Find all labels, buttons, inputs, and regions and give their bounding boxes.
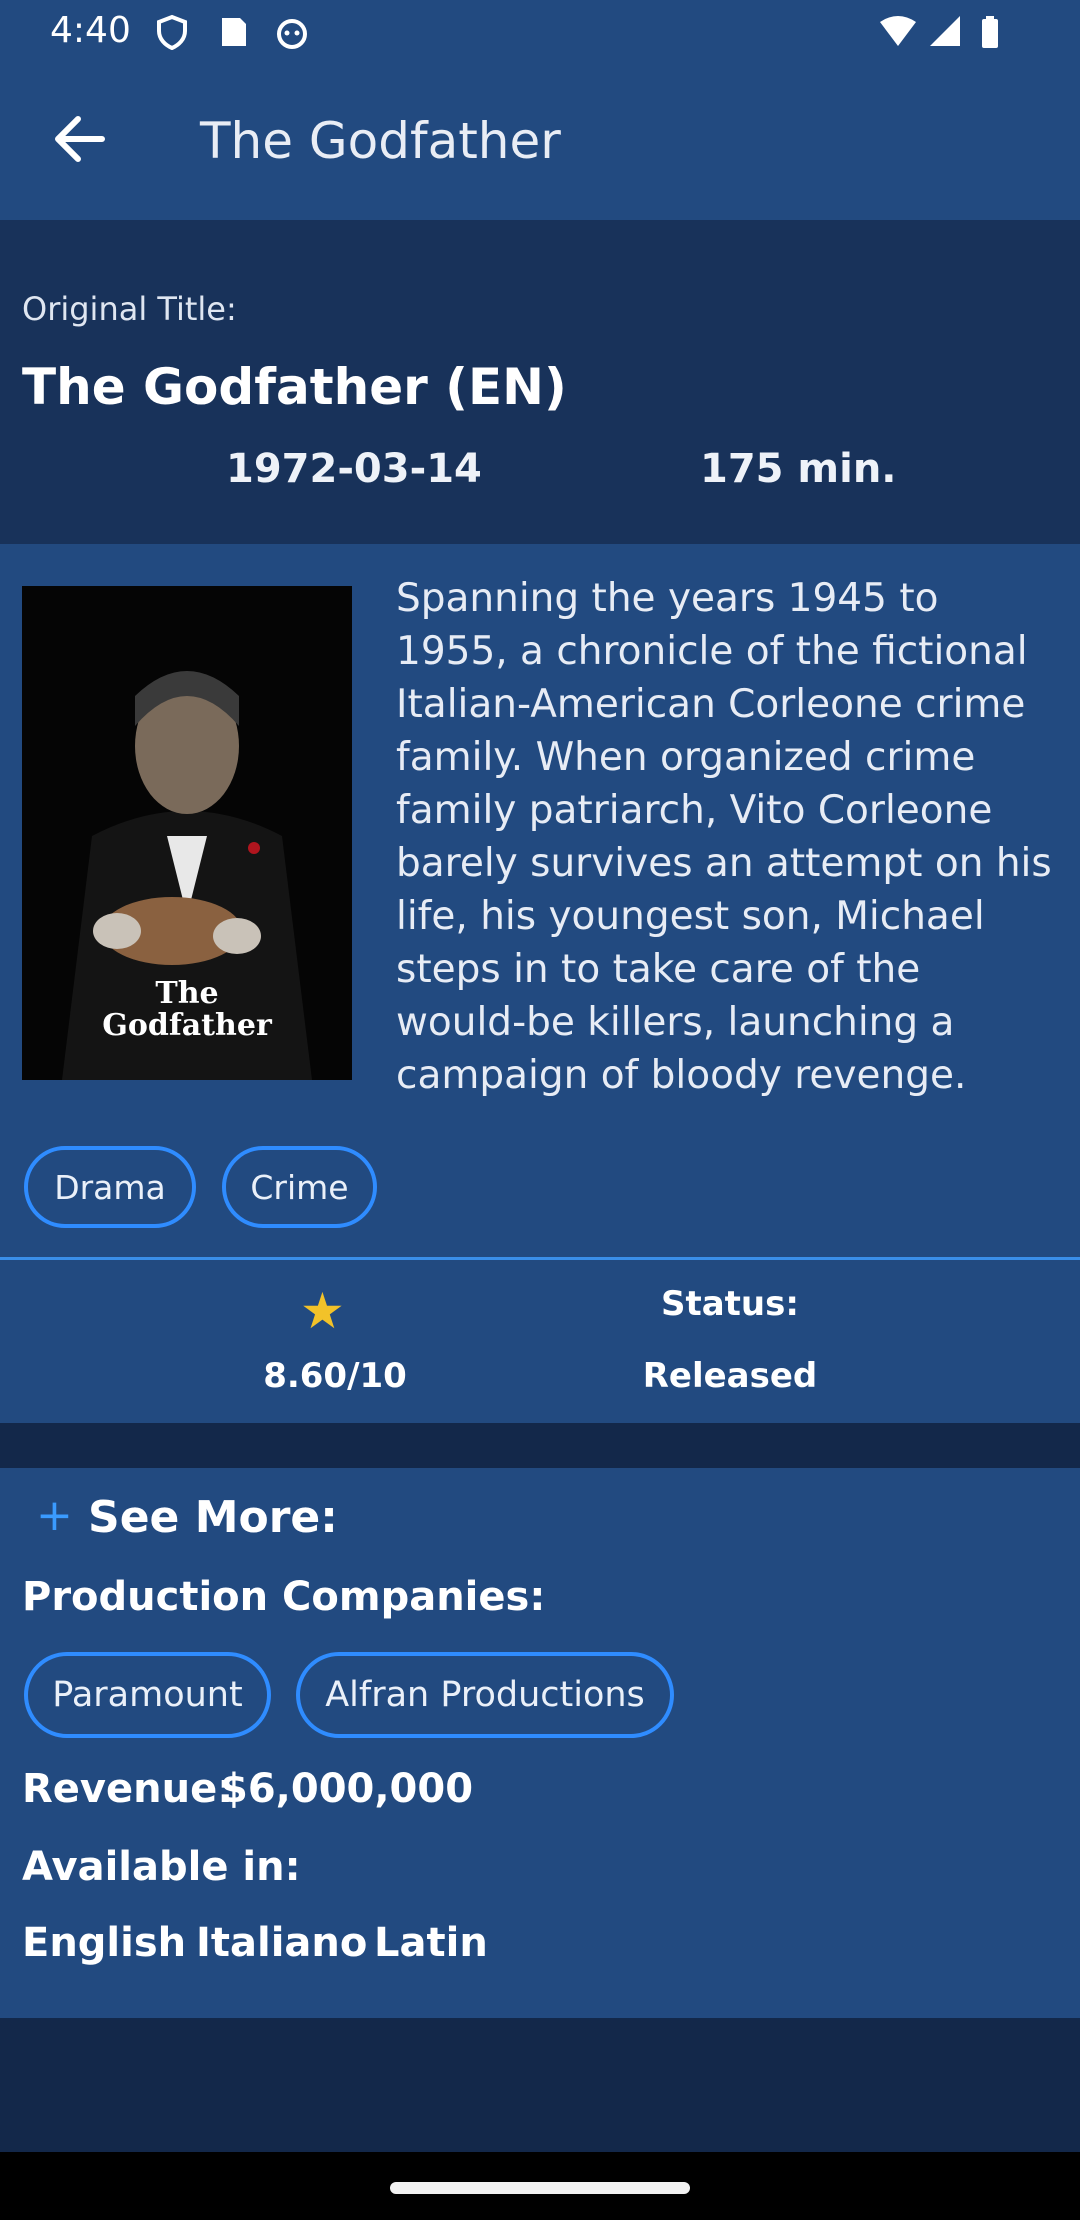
wifi-icon	[880, 16, 916, 46]
movie-poster: The Godfather	[22, 586, 352, 1080]
status-time: 4:40	[50, 10, 131, 51]
overview-section: The Godfather Spanning the years 1945 to…	[0, 544, 1080, 1257]
cat-icon	[277, 19, 307, 49]
runtime: 175 min.	[700, 446, 897, 492]
back-arrow-icon[interactable]	[44, 104, 114, 174]
see-more-section: + See More: Production Companies: Paramo…	[0, 1468, 1080, 2018]
available-in-label: Available in:	[22, 1844, 301, 1890]
status-label: Status:	[661, 1284, 799, 1324]
poster-title: The Godfather	[102, 976, 272, 1043]
page-title: The Godfather	[200, 112, 561, 170]
original-title: The Godfather (EN)	[22, 358, 567, 416]
status-bar: 4:40	[0, 0, 1080, 64]
signal-icon	[930, 16, 960, 46]
rating-value: 8.60/10	[263, 1356, 407, 1396]
status-value: Released	[642, 1356, 818, 1396]
app-bar: The Godfather	[0, 64, 1080, 220]
language-italiano: Italiano	[196, 1920, 368, 1966]
title-header: Original Title: The Godfather (EN) 1972-…	[0, 220, 1080, 544]
home-gesture-bar[interactable]	[390, 2182, 690, 2194]
genre-chip-drama[interactable]: Drama	[24, 1146, 196, 1228]
sd-card-icon	[222, 18, 246, 46]
overview-text: Spanning the years 1945 to 1955, a chron…	[396, 576, 1052, 1098]
rating-section: ★ 8.60/10 Status: Released	[0, 1260, 1080, 1423]
company-chip-alfran[interactable]: Alfran Productions	[296, 1652, 674, 1738]
expand-plus-icon[interactable]: +	[36, 1490, 73, 1541]
release-date: 1972-03-14	[226, 446, 482, 492]
star-icon: ★	[300, 1282, 345, 1340]
original-title-label: Original Title:	[22, 290, 237, 328]
genre-chip-crime[interactable]: Crime	[222, 1146, 377, 1228]
revenue-value: $6,000,000	[220, 1766, 474, 1812]
language-english: English	[22, 1920, 187, 1966]
company-chip-paramount[interactable]: Paramount	[24, 1652, 271, 1738]
production-companies-label: Production Companies:	[22, 1574, 546, 1620]
battery-icon	[982, 16, 998, 48]
language-latin: Latin	[374, 1920, 488, 1966]
revenue-label: Revenue:	[22, 1766, 234, 1812]
shield-icon	[157, 14, 187, 50]
see-more-label[interactable]: See More:	[88, 1492, 338, 1543]
